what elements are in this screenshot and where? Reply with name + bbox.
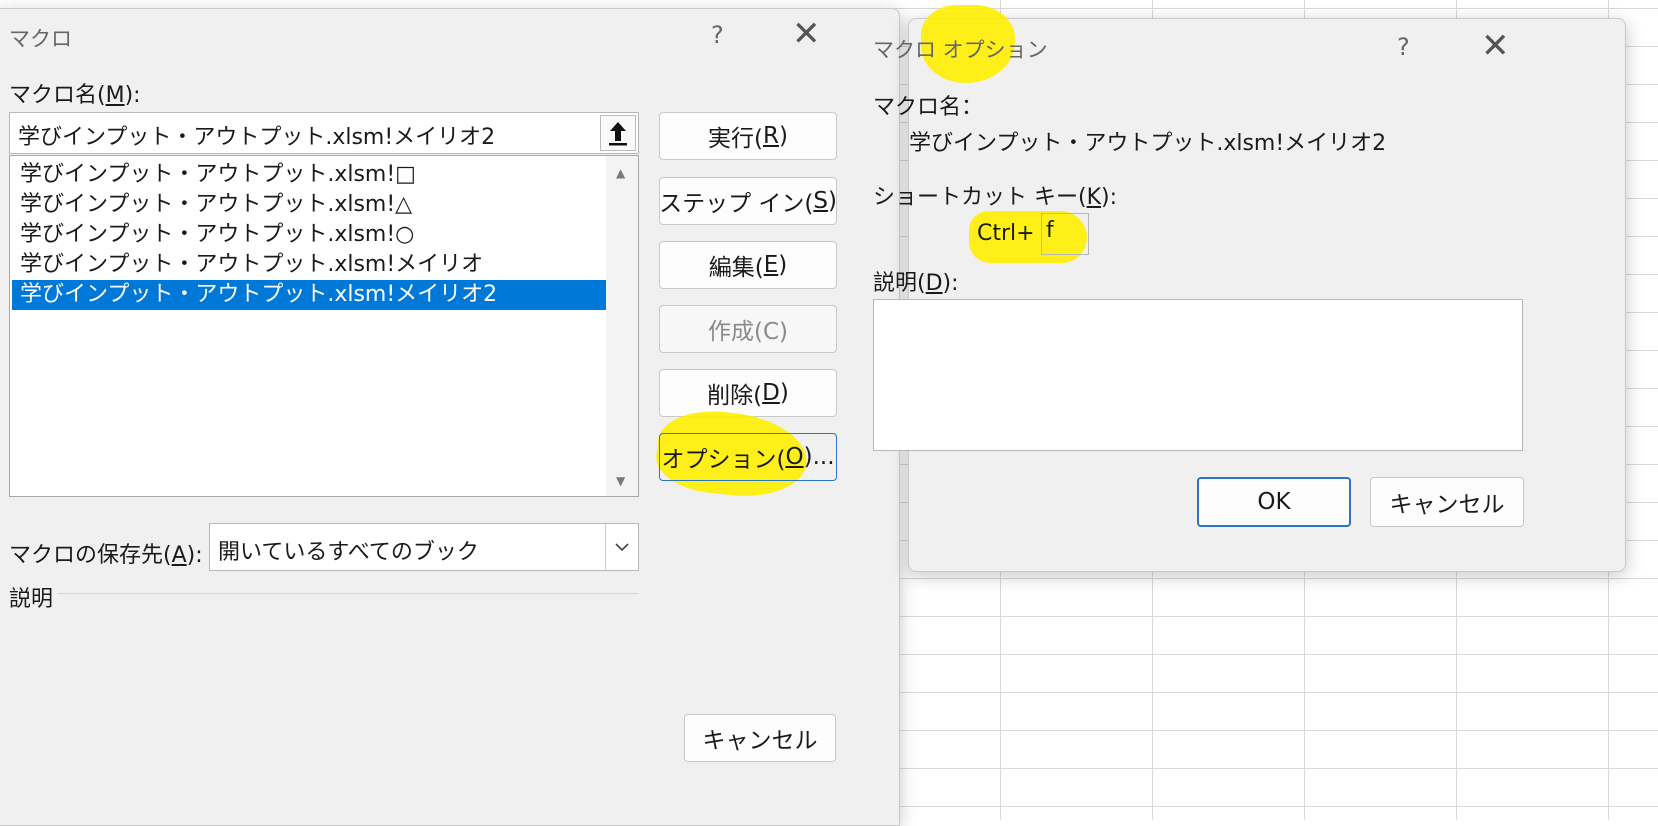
dropdown-button[interactable]: [605, 524, 638, 570]
dialog-title: マクロ オプション: [873, 38, 1048, 62]
macro-list-items: 学びインプット・アウトプット.xlsm!□ 学びインプット・アウトプット.xlsm…: [12, 160, 607, 310]
macro-options-dialog: マクロ オプション ? ✕ マクロ名： 学びインプット・アウトプット.xlsm!…: [873, 5, 1626, 572]
dialog-title: マクロ: [9, 27, 72, 51]
ok-button[interactable]: OK: [1197, 477, 1351, 527]
description-divider: [57, 593, 639, 594]
close-icon[interactable]: ✕: [792, 17, 821, 51]
macro-name-label: マクロ名(M):: [9, 83, 141, 108]
macro-list[interactable]: 学びインプット・アウトプット.xlsm!□ 学びインプット・アウトプット.xlsm…: [9, 155, 639, 497]
list-item[interactable]: 学びインプット・アウトプット.xlsm!メイリオ: [12, 250, 607, 280]
help-icon[interactable]: ?: [1397, 33, 1410, 61]
macro-dialog: マクロ ? ✕ マクロ名(M): 学びインプット・アウトプット.xlsm!メイリ…: [0, 8, 900, 826]
edit-button[interactable]: 編集(E): [659, 241, 837, 289]
description-label: 説明: [9, 587, 54, 612]
scroll-up-icon[interactable]: ▲: [616, 166, 625, 180]
step-in-button[interactable]: ステップ イン(S): [659, 177, 837, 225]
arrow-up-icon: [609, 122, 627, 146]
delete-button[interactable]: 削除(D): [659, 369, 837, 417]
cancel-button[interactable]: キャンセル: [684, 714, 836, 762]
macro-name-label: マクロ名：: [873, 95, 984, 120]
list-item[interactable]: 学びインプット・アウトプット.xlsm!△: [12, 190, 607, 220]
run-button[interactable]: 実行(R): [659, 112, 837, 160]
options-button[interactable]: オプション(O)...: [659, 433, 837, 481]
chevron-down-icon: [615, 543, 629, 552]
store-label: マクロの保存先(A):: [9, 543, 203, 568]
list-item[interactable]: 学びインプット・アウトプット.xlsm!□: [12, 160, 607, 190]
create-button[interactable]: 作成(C): [659, 305, 837, 353]
store-select[interactable]: 開いているすべてのブック: [209, 523, 639, 571]
close-icon[interactable]: ✕: [1481, 29, 1510, 63]
cancel-button[interactable]: キャンセル: [1370, 477, 1524, 527]
scroll-down-icon[interactable]: ▼: [616, 474, 625, 488]
shortcut-key-label: ショートカット キー(K):: [873, 185, 1118, 210]
ctrl-label: Ctrl+: [977, 221, 1035, 246]
scrollbar[interactable]: ▲ ▼: [606, 156, 638, 496]
list-item[interactable]: 学びインプット・アウトプット.xlsm!メイリオ2: [12, 280, 607, 310]
macro-name-value: 学びインプット・アウトプット.xlsm!メイリオ2: [909, 131, 1387, 156]
collapse-dialog-button[interactable]: [600, 115, 636, 151]
macro-name-input[interactable]: 学びインプット・アウトプット.xlsm!メイリオ2: [9, 112, 639, 154]
shortcut-key-input[interactable]: f: [1041, 213, 1089, 255]
help-icon[interactable]: ?: [711, 21, 724, 49]
list-item[interactable]: 学びインプット・アウトプット.xlsm!○: [12, 220, 607, 250]
description-input[interactable]: [873, 299, 1523, 451]
description-label: 説明(D):: [873, 271, 959, 296]
